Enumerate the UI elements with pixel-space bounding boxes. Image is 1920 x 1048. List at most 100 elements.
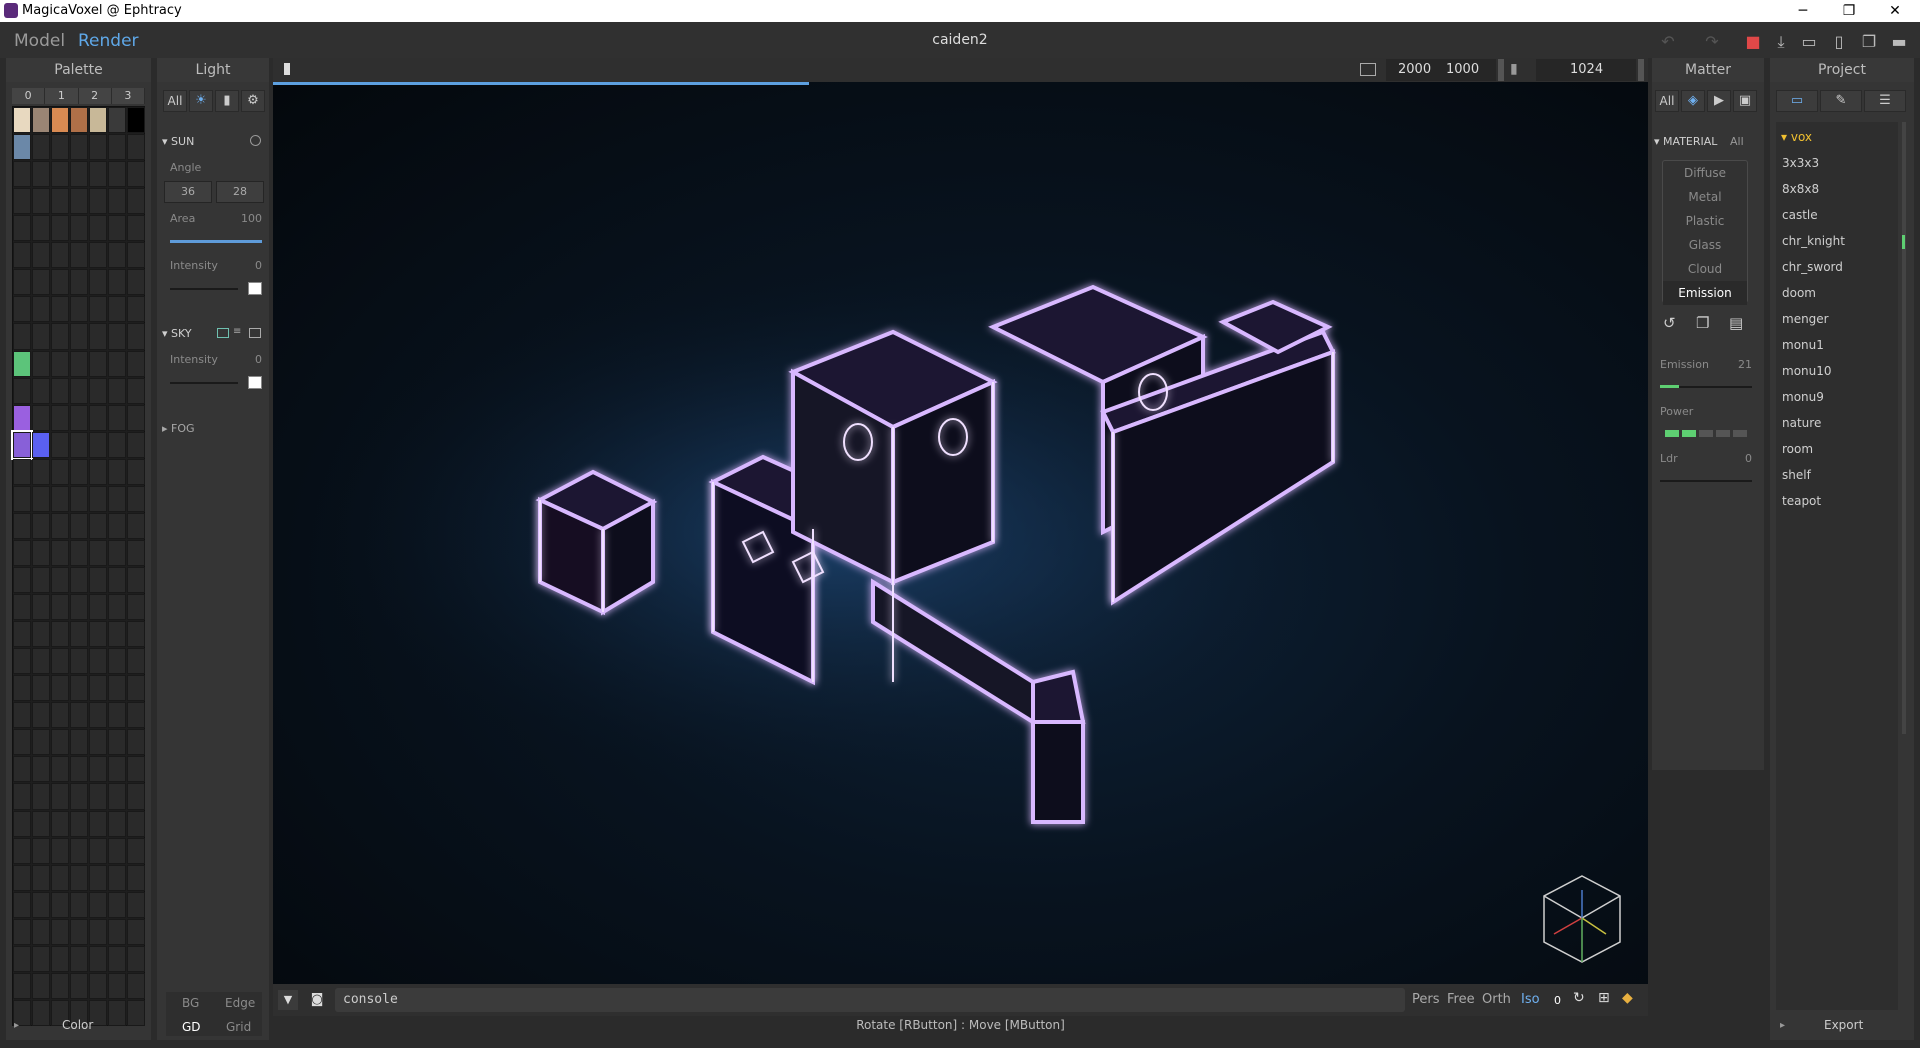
palette-cell[interactable] [108,107,126,134]
palette-cell[interactable] [108,567,126,594]
sky-color-icon[interactable] [217,328,229,338]
palette-cell[interactable] [32,323,50,350]
fog-section-title[interactable]: ▸ FOG [162,422,195,435]
palette-tab-2[interactable]: 2 [78,88,112,104]
palette-cell[interactable] [32,431,50,458]
camera-icon[interactable]: ◙ [306,990,328,1010]
palette-cell[interactable] [13,621,31,648]
bg-toggle[interactable]: BG [182,996,199,1010]
palette-cell[interactable] [51,594,69,621]
angle-a-field[interactable]: 36 [164,181,212,203]
project-file-item[interactable]: chr_sword [1776,254,1904,280]
palette-cell[interactable] [13,107,31,134]
palette-cell[interactable] [51,431,69,458]
palette-cell[interactable] [127,918,145,945]
render-mode-button[interactable]: Render [78,31,139,51]
palette-cell[interactable] [127,269,145,296]
palette-cell[interactable] [32,621,50,648]
palette-cell[interactable] [70,837,88,864]
palette-cell[interactable] [13,458,31,485]
palette-cell[interactable] [70,350,88,377]
palette-cell[interactable] [70,215,88,242]
palette-cell[interactable] [13,323,31,350]
palette-cell[interactable] [127,539,145,566]
palette-cell[interactable] [127,756,145,783]
palette-cell[interactable] [89,837,107,864]
palette-cell[interactable] [89,891,107,918]
palette-cell[interactable] [70,269,88,296]
sky-section-title[interactable]: ▾ SKY [162,327,192,340]
palette-cell[interactable] [108,350,126,377]
palette-cell[interactable] [108,404,126,431]
palette-cell[interactable] [13,675,31,702]
palette-cell[interactable] [89,539,107,566]
palette-cell[interactable] [11,429,33,460]
palette-cell[interactable] [70,134,88,161]
palette-cell[interactable] [108,756,126,783]
palette-cell[interactable] [32,377,50,404]
palette-cell[interactable] [51,702,69,729]
palette-cell[interactable] [32,594,50,621]
redo-icon[interactable]: ↷ [1700,30,1724,54]
palette-cell[interactable] [70,458,88,485]
palette-cell[interactable] [108,242,126,269]
palette-cell[interactable] [127,702,145,729]
palette-cell[interactable] [127,485,145,512]
palette-cell[interactable] [70,323,88,350]
palette-cell[interactable] [108,188,126,215]
palette-cell[interactable] [127,512,145,539]
palette-cell[interactable] [89,512,107,539]
sun-toggle-icon[interactable] [250,135,261,146]
image-size-icon[interactable] [1360,63,1376,76]
box-icon[interactable]: ◆ [1622,990,1633,1006]
project-file-item[interactable]: shelf [1776,462,1904,488]
project-file-item[interactable]: monu1 [1776,332,1904,358]
cube-icon[interactable]: ◈ [1681,90,1705,112]
palette-cell[interactable] [51,350,69,377]
maximize-button[interactable]: ❐ [1826,0,1872,22]
palette-cell[interactable] [127,972,145,999]
material-cloud[interactable]: Cloud [1663,257,1747,281]
palette-cell[interactable] [32,350,50,377]
palette-cell[interactable] [13,864,31,891]
palette-cell[interactable] [127,648,145,675]
palette-cell[interactable] [70,296,88,323]
palette-cell[interactable] [70,567,88,594]
palette-cell[interactable] [13,269,31,296]
palette-cell[interactable] [13,215,31,242]
palette-cell[interactable] [70,702,88,729]
palette-cell[interactable] [108,972,126,999]
reset-material-icon[interactable]: ↺ [1663,314,1676,332]
palette-cell[interactable] [89,783,107,810]
palette-cell[interactable] [127,188,145,215]
console-input[interactable]: console [335,988,1405,1012]
palette-cell[interactable] [89,377,107,404]
palette-cell[interactable] [51,512,69,539]
palette-cell[interactable] [108,864,126,891]
frame-icon[interactable]: ⊞ [1598,990,1610,1006]
palette-cell[interactable] [70,783,88,810]
palette-cell[interactable] [127,810,145,837]
palette-cell[interactable] [127,161,145,188]
material-plastic[interactable]: Plastic [1663,209,1747,233]
sun-intensity-slider[interactable] [170,288,238,290]
material-emission[interactable]: Emission [1663,281,1747,305]
palette-cell[interactable] [70,945,88,972]
palette-cell[interactable] [127,107,145,134]
palette-cell[interactable] [70,729,88,756]
palette-cell[interactable] [13,512,31,539]
palette-cell[interactable] [70,377,88,404]
sky-image-icon[interactable] [249,328,261,338]
new-file-icon[interactable]: ▯ [1827,30,1851,54]
iso-view-button[interactable]: Iso [1521,992,1540,1007]
project-file-item[interactable]: chr_knight [1776,228,1904,254]
orientation-cube[interactable] [1540,872,1624,968]
project-file-item[interactable]: menger [1776,306,1904,332]
copy-file-icon[interactable]: ❐ [1857,30,1881,54]
palette-cell[interactable] [89,188,107,215]
palette-cell[interactable] [13,539,31,566]
project-folder-icon[interactable]: ▭ [1776,90,1818,112]
palette-cell[interactable] [127,242,145,269]
palette-cell[interactable] [108,323,126,350]
palette-cell[interactable] [13,783,31,810]
